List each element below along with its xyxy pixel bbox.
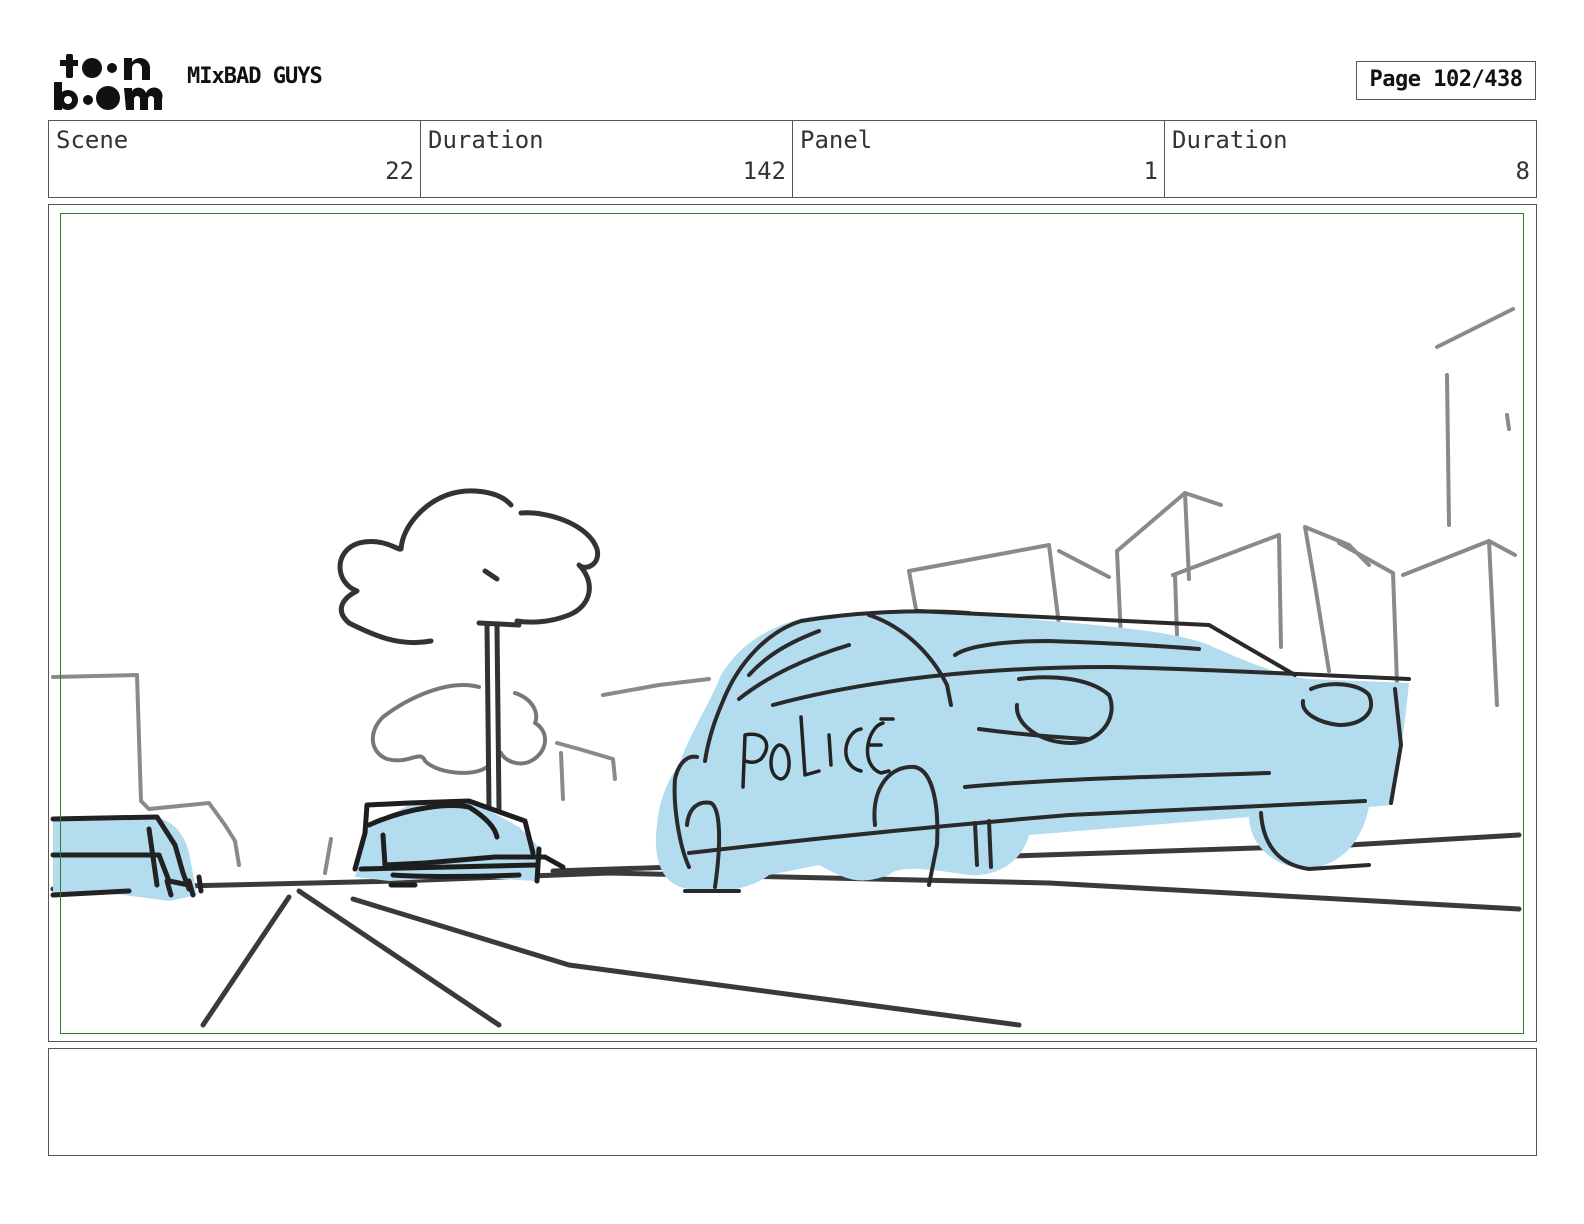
panel-duration-value: 8 — [1515, 157, 1530, 185]
notes-text — [49, 1049, 1536, 1065]
panel-duration-label: Duration — [1172, 126, 1288, 154]
scene-cell: Scene 22 — [49, 121, 421, 197]
panel-duration-cell: Duration 8 — [1165, 121, 1536, 197]
page-indicator: Page 102/438 — [1356, 61, 1536, 100]
toonboom-logo — [54, 54, 163, 110]
project-title: MIxBAD GUYS — [187, 64, 323, 89]
panel-value: 1 — [1143, 157, 1158, 185]
panel-notes[interactable] — [48, 1048, 1537, 1156]
storyboard-panel — [48, 204, 1537, 1042]
panel-info-row: Scene 22 Duration 142 Panel 1 Duration 8 — [48, 120, 1537, 198]
panel-sketch — [50, 307, 1522, 1028]
scene-value: 22 — [385, 157, 414, 185]
scene-duration-cell: Duration 142 — [421, 121, 793, 197]
scene-duration-value: 142 — [742, 157, 786, 185]
panel-label: Panel — [800, 126, 873, 154]
scene-label: Scene — [56, 126, 129, 154]
scene-duration-label: Duration — [428, 126, 544, 154]
panel-cell: Panel 1 — [793, 121, 1165, 197]
